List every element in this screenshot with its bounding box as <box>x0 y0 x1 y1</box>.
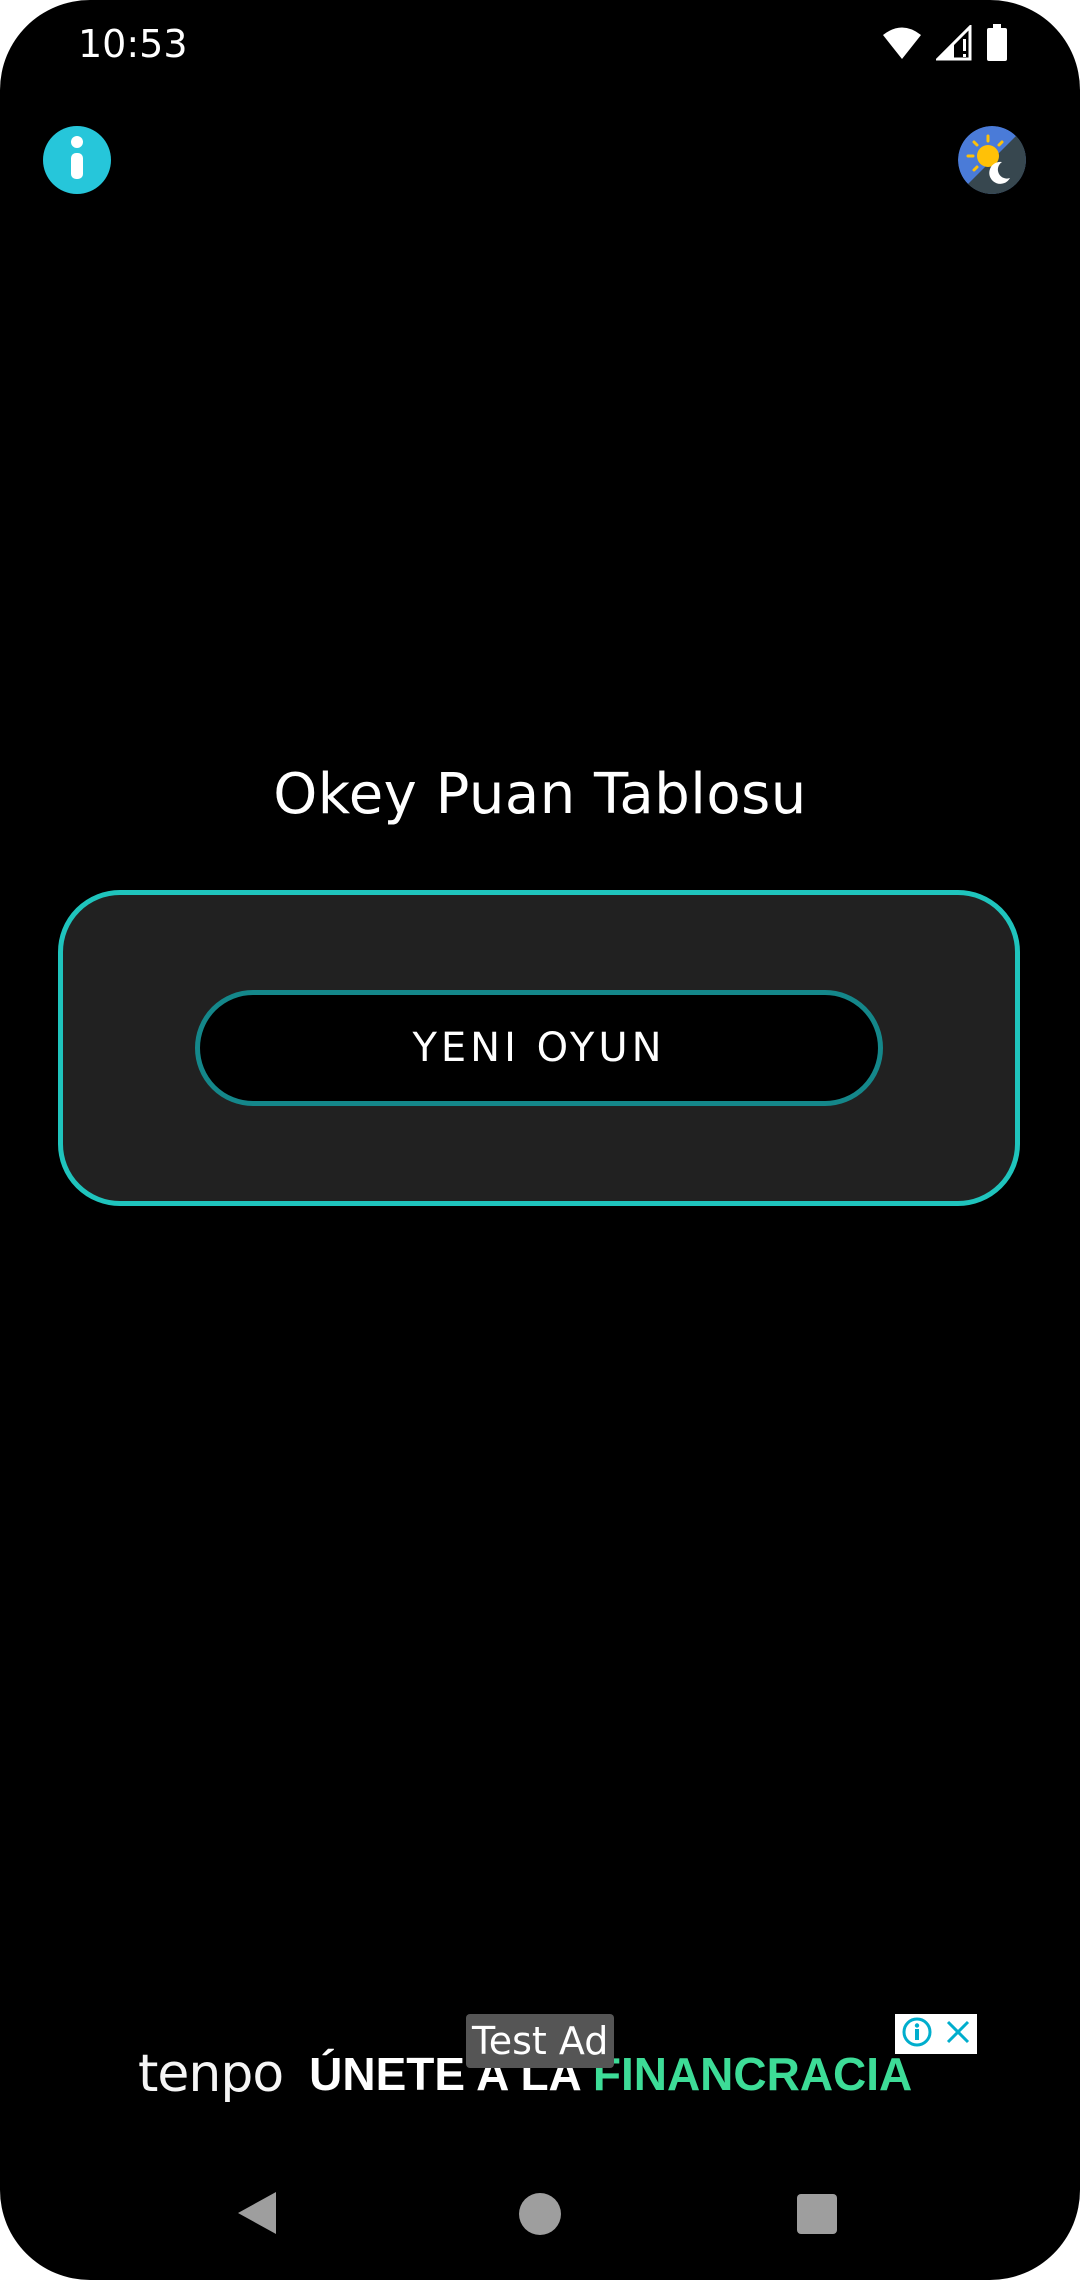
page-title: Okey Puan Tablosu <box>273 762 807 827</box>
ad-headline-accent: FINANCRACIA <box>592 2048 913 2100</box>
navigation-bar <box>0 2160 1080 2270</box>
info-button[interactable] <box>43 126 111 194</box>
status-time: 10:53 <box>78 22 188 66</box>
new-game-label: YENI OYUN <box>412 1025 666 1071</box>
ad-brand-logo: tenpo <box>138 2044 284 2104</box>
wifi-icon <box>882 26 922 60</box>
info-icon <box>62 135 92 186</box>
recents-icon[interactable] <box>797 2194 837 2234</box>
ad-banner[interactable]: tenpo ÚNETE A LA FINANCRACIA Test Ad <box>130 2014 978 2114</box>
theme-toggle-button[interactable] <box>958 126 1026 194</box>
day-night-icon <box>958 126 1026 194</box>
battery-icon <box>986 24 1008 62</box>
new-game-button[interactable]: YENI OYUN <box>195 990 883 1106</box>
ad-info-icon[interactable] <box>901 2016 933 2053</box>
ad-test-label: Test Ad <box>466 2014 615 2068</box>
status-icons <box>882 22 1008 64</box>
back-icon[interactable] <box>236 2190 278 2241</box>
ad-close-icon[interactable] <box>944 2018 972 2051</box>
status-bar: 10:53 <box>0 0 1080 90</box>
home-icon[interactable] <box>519 2193 561 2235</box>
cell-signal-icon <box>936 25 972 61</box>
phone-screen: 10:53 Okey Puan Tablosu YENI OYUN tenpo … <box>0 0 1080 2280</box>
ad-choices[interactable] <box>895 2014 977 2054</box>
